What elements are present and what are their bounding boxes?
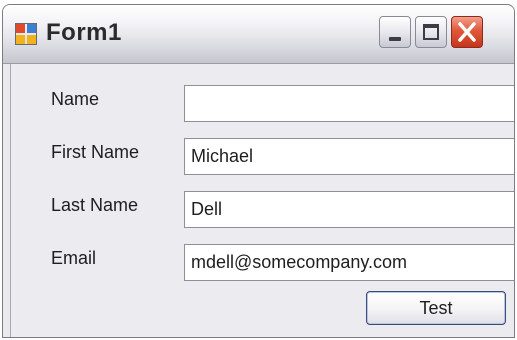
window-title: Form1 <box>46 19 122 46</box>
name-field[interactable] <box>184 85 514 122</box>
form-icon <box>15 23 37 45</box>
title-bar[interactable]: Form1 <box>3 5 514 64</box>
close-button[interactable] <box>451 16 483 48</box>
close-icon <box>458 22 476 42</box>
form1-window: Form1 Name First Name Last Name Email Te… <box>2 4 515 338</box>
first-name-label: First Name <box>51 142 140 162</box>
maximize-icon <box>423 24 439 40</box>
minimize-icon <box>389 37 401 41</box>
test-button[interactable]: Test <box>366 291 506 325</box>
name-label: Name <box>51 89 100 109</box>
maximize-button[interactable] <box>415 16 447 48</box>
last-name-label: Last Name <box>51 195 139 215</box>
last-name-field[interactable] <box>184 191 514 228</box>
first-name-field[interactable] <box>184 138 514 175</box>
minimize-button[interactable] <box>379 16 411 48</box>
email-label: Email <box>51 248 97 268</box>
email-field[interactable] <box>184 244 514 281</box>
